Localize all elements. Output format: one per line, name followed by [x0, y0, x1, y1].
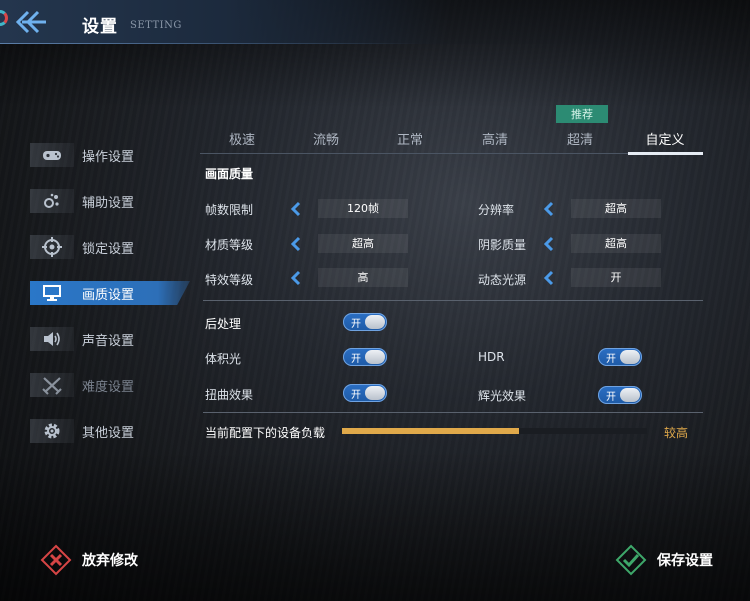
- sidebar-item-assist[interactable]: 辅助设置: [30, 189, 190, 213]
- chevron-left-icon: [290, 201, 301, 217]
- chevron-left-icon: [290, 236, 301, 252]
- active-tab-indicator: [628, 152, 703, 155]
- chevron-left-icon: [543, 201, 554, 217]
- effects-level-value: 高: [318, 268, 408, 287]
- toggle-state-label: 开: [351, 390, 361, 401]
- sidebar-item-other[interactable]: 其他设置: [30, 419, 190, 443]
- post-processing-toggle[interactable]: 开: [343, 313, 387, 331]
- hdr-label: HDR: [478, 350, 505, 364]
- tab-normal[interactable]: 正常: [382, 128, 438, 153]
- sidebar-item-label: 声音设置: [82, 333, 135, 349]
- bloom-label: 辉光效果: [478, 389, 527, 403]
- post-processing-label: 后处理: [205, 317, 242, 331]
- device-load-label: 当前配置下的设备负载: [205, 426, 326, 440]
- chevron-left-icon: [290, 270, 301, 286]
- save-settings-button[interactable]: 保存设置: [615, 544, 713, 576]
- toggle-knob: [365, 386, 385, 400]
- device-load-level: 较高: [664, 426, 689, 440]
- sidebar-item-sound[interactable]: 声音设置: [30, 327, 190, 351]
- crosshair-icon: [30, 235, 74, 259]
- sidebar-item-label: 难度设置: [82, 379, 135, 395]
- frame-limit-label: 帧数限制: [205, 203, 254, 217]
- resolution-value: 超高: [571, 199, 661, 218]
- header-divider: [0, 43, 420, 44]
- discard-changes-label: 放弃修改: [82, 553, 138, 569]
- resolution-label: 分辨率: [478, 203, 515, 217]
- monitor-icon: [30, 281, 74, 305]
- dynamic-light-prev-button[interactable]: [542, 270, 556, 286]
- checkmark-icon: [615, 544, 647, 576]
- sidebar-item-difficulty[interactable]: 难度设置: [30, 373, 190, 397]
- discard-changes-button[interactable]: 放弃修改: [40, 544, 138, 576]
- sidebar-item-controls[interactable]: 操作设置: [30, 143, 190, 167]
- page-title: 设置: [82, 17, 118, 37]
- hdr-toggle[interactable]: 开: [598, 348, 642, 366]
- resolution-prev-button[interactable]: [542, 201, 556, 217]
- page-title-en: SETTING: [130, 20, 182, 31]
- volumetric-light-label: 体积光: [205, 352, 242, 366]
- gamepad-icon: [30, 143, 74, 167]
- toggle-state-label: 开: [351, 319, 361, 330]
- effects-level-prev-button[interactable]: [289, 270, 303, 286]
- shadow-quality-value: 超高: [571, 234, 661, 253]
- dots-cluster-icon: [30, 189, 74, 213]
- tab-smooth[interactable]: 流畅: [298, 128, 354, 153]
- texture-level-value: 超高: [318, 234, 408, 253]
- distortion-toggle[interactable]: 开: [343, 384, 387, 402]
- shadow-quality-label: 阴影质量: [478, 238, 527, 252]
- device-load-bar: [342, 428, 647, 434]
- chevron-left-icon: [543, 236, 554, 252]
- tab-custom[interactable]: 自定义: [630, 128, 700, 153]
- sidebar-item-lock[interactable]: 锁定设置: [30, 235, 190, 259]
- toggle-knob: [365, 315, 385, 329]
- volumetric-light-toggle[interactable]: 开: [343, 348, 387, 366]
- gear-icon: [30, 419, 74, 443]
- crossed-swords-icon: [30, 373, 74, 397]
- recommend-badge: 推荐: [556, 105, 608, 123]
- toggle-state-label: 开: [606, 354, 616, 365]
- graphics-section-title: 画面质量: [205, 167, 254, 181]
- save-settings-label: 保存设置: [657, 553, 713, 569]
- quality-preset-tabs: 极速 流畅 正常 高清 超清 自定义: [200, 128, 703, 155]
- toggle-state-label: 开: [351, 354, 361, 365]
- sidebar-item-graphics[interactable]: 画质设置: [30, 281, 190, 305]
- sidebar-item-label: 画质设置: [82, 287, 135, 303]
- toggle-knob: [620, 350, 640, 364]
- bloom-toggle[interactable]: 开: [598, 386, 642, 404]
- back-button[interactable]: [14, 8, 48, 36]
- section-divider: [203, 300, 703, 301]
- tab-fastest[interactable]: 极速: [214, 128, 270, 153]
- device-load-fill: [342, 428, 519, 434]
- back-arrow-icon: [15, 10, 46, 34]
- frame-limit-prev-button[interactable]: [289, 201, 303, 217]
- close-icon: [40, 544, 72, 576]
- sidebar-item-label: 锁定设置: [82, 241, 135, 257]
- effects-level-label: 特效等级: [205, 273, 254, 287]
- sidebar-item-label: 辅助设置: [82, 195, 135, 211]
- toggle-state-label: 开: [606, 392, 616, 403]
- tab-hd[interactable]: 高清: [467, 128, 523, 153]
- sidebar-item-label: 其他设置: [82, 425, 135, 441]
- chevron-left-icon: [543, 270, 554, 286]
- sidebar-item-label: 操作设置: [82, 149, 135, 165]
- texture-level-label: 材质等级: [205, 238, 254, 252]
- distortion-label: 扭曲效果: [205, 388, 254, 402]
- dynamic-light-value: 开: [571, 268, 661, 287]
- toggle-knob: [365, 350, 385, 364]
- shadow-quality-prev-button[interactable]: [542, 236, 556, 252]
- section-divider: [203, 412, 703, 413]
- frame-limit-value: 120帧: [318, 199, 408, 218]
- toggle-knob: [620, 388, 640, 402]
- texture-level-prev-button[interactable]: [289, 236, 303, 252]
- tab-ultra-hd[interactable]: 超清: [552, 128, 608, 153]
- dynamic-light-label: 动态光源: [478, 273, 527, 287]
- speaker-icon: [30, 327, 74, 351]
